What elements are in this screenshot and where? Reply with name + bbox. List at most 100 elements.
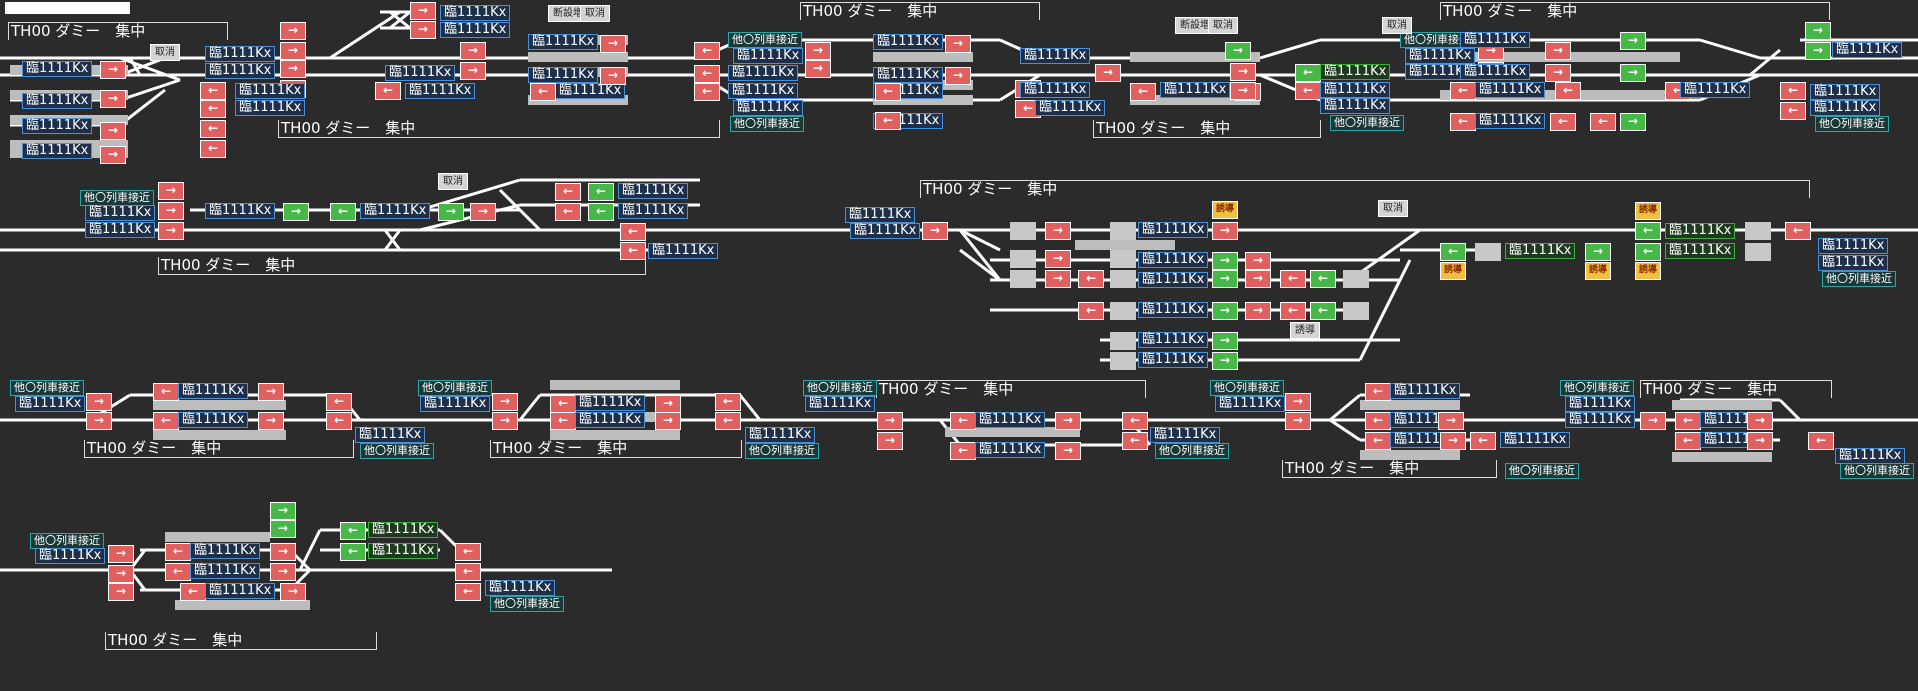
signal-red-left[interactable]: ← xyxy=(1365,383,1391,401)
signal-green-right[interactable]: → xyxy=(1620,64,1646,82)
signal-lever[interactable] xyxy=(1110,250,1136,268)
signal-red-left[interactable]: ← xyxy=(550,412,576,430)
signal-red-left[interactable]: ← xyxy=(715,393,741,411)
signal-red-left[interactable]: ← xyxy=(1365,432,1391,450)
signal-red-left[interactable]: ← xyxy=(1365,412,1391,430)
cancel-button[interactable]: 取消 xyxy=(580,5,610,22)
signal-red-right[interactable]: → xyxy=(410,2,436,20)
signal-red-left[interactable]: ← xyxy=(530,83,556,101)
signal-green-right[interactable]: → xyxy=(1212,270,1238,288)
signal-lever[interactable] xyxy=(1110,222,1136,240)
signal-red-left[interactable]: ← xyxy=(1450,113,1476,131)
signal-red-right[interactable]: → xyxy=(158,222,184,240)
signal-lever[interactable] xyxy=(1110,332,1136,350)
signal-red-left[interactable]: ← xyxy=(153,383,179,401)
signal-red-right[interactable]: → xyxy=(280,42,306,60)
signal-red-right[interactable]: → xyxy=(258,412,284,430)
signal-green-right[interactable]: → xyxy=(270,502,296,520)
signal-red-right[interactable]: → xyxy=(280,60,306,78)
signal-red-right[interactable]: → xyxy=(258,383,284,401)
signal-lever[interactable] xyxy=(1010,250,1036,268)
signal-red-left[interactable]: ← xyxy=(1808,432,1834,450)
signal-red-left[interactable]: ← xyxy=(694,42,720,60)
signal-red-right[interactable]: → xyxy=(600,67,626,85)
signal-red-left[interactable]: ← xyxy=(1590,113,1616,131)
signal-red-left[interactable]: ← xyxy=(326,393,352,411)
signal-red-right[interactable]: → xyxy=(492,393,518,411)
signal-red-right[interactable]: → xyxy=(1212,222,1238,240)
signal-red-right[interactable]: → xyxy=(158,182,184,200)
signal-red-right[interactable]: → xyxy=(1285,412,1311,430)
signal-lever[interactable] xyxy=(1110,352,1136,370)
signal-green-left[interactable]: ← xyxy=(588,203,614,221)
signal-red-left[interactable]: ← xyxy=(1675,412,1701,430)
cancel-button[interactable]: 取消 xyxy=(1382,17,1412,34)
signal-green-right[interactable]: → xyxy=(1805,22,1831,40)
cancel-button[interactable]: 取消 xyxy=(1208,17,1238,34)
signal-lever[interactable] xyxy=(1745,243,1771,261)
signal-red-right[interactable]: → xyxy=(86,393,112,411)
signal-red-right[interactable]: → xyxy=(270,543,296,561)
signal-red-left[interactable]: ← xyxy=(1280,270,1306,288)
signal-red-right[interactable]: → xyxy=(460,42,486,60)
signal-amber-right[interactable]: 誘導 xyxy=(1440,262,1466,280)
signal-green-right[interactable]: → xyxy=(1225,42,1251,60)
signal-red-left[interactable]: ← xyxy=(165,563,191,581)
signal-green-right[interactable]: → xyxy=(1585,243,1611,261)
signal-green-left[interactable]: ← xyxy=(1635,243,1661,261)
signal-red-right[interactable]: → xyxy=(100,146,126,164)
signal-amber-right[interactable]: 誘導 xyxy=(1635,262,1661,280)
signal-red-left[interactable]: ← xyxy=(1470,432,1496,450)
signal-red-left[interactable]: ← xyxy=(1280,302,1306,320)
signal-red-right[interactable]: → xyxy=(1230,82,1256,100)
signal-green-left[interactable]: ← xyxy=(1440,243,1466,261)
signal-red-right[interactable]: → xyxy=(1640,412,1666,430)
signal-red-left[interactable]: ← xyxy=(555,183,581,201)
signal-red-right[interactable]: → xyxy=(1045,250,1071,268)
signal-red-right[interactable]: → xyxy=(1438,412,1464,430)
signal-red-left[interactable]: ← xyxy=(200,140,226,158)
signal-red-left[interactable]: ← xyxy=(555,203,581,221)
signal-amber-right[interactable]: 誘導 xyxy=(1635,202,1661,220)
cancel-button[interactable]: 取消 xyxy=(150,44,180,61)
signal-red-left[interactable]: ← xyxy=(620,242,646,260)
signal-green-right[interactable]: → xyxy=(1805,42,1831,60)
signal-green-left[interactable]: ← xyxy=(340,543,366,561)
signal-red-right[interactable]: → xyxy=(805,60,831,78)
signal-red-left[interactable]: ← xyxy=(1122,432,1148,450)
signal-red-right[interactable]: → xyxy=(1245,270,1271,288)
signal-red-left[interactable]: ← xyxy=(455,563,481,581)
signal-red-left[interactable]: ← xyxy=(326,412,352,430)
signal-green-right[interactable]: → xyxy=(1212,252,1238,270)
signal-red-left[interactable]: ← xyxy=(1550,113,1576,131)
signal-red-right[interactable]: → xyxy=(280,583,306,601)
cancel-button[interactable]: 取消 xyxy=(1378,200,1408,217)
signal-red-right[interactable]: → xyxy=(100,122,126,140)
signal-red-left[interactable]: ← xyxy=(200,82,226,100)
signal-red-right[interactable]: → xyxy=(100,90,126,108)
signal-red-right[interactable]: → xyxy=(470,203,496,221)
signal-red-left[interactable]: ← xyxy=(1450,82,1476,100)
route-button[interactable]: 誘導 xyxy=(1290,322,1320,339)
signal-red-right[interactable]: → xyxy=(1440,432,1466,450)
signal-red-left[interactable]: ← xyxy=(1130,83,1156,101)
signal-red-right[interactable]: → xyxy=(805,42,831,60)
signal-red-left[interactable]: ← xyxy=(550,395,576,413)
signal-red-right[interactable]: → xyxy=(108,583,134,601)
signal-amber-right[interactable]: 誘導 xyxy=(1585,262,1611,280)
signal-red-right[interactable]: → xyxy=(1285,393,1311,411)
signal-green-right[interactable]: → xyxy=(1620,32,1646,50)
signal-red-right[interactable]: → xyxy=(1045,222,1071,240)
signal-red-right[interactable]: → xyxy=(877,412,903,430)
signal-red-right[interactable]: → xyxy=(655,412,681,430)
signal-red-left[interactable]: ← xyxy=(375,82,401,100)
cancel-button[interactable]: 取消 xyxy=(438,173,468,190)
signal-red-left[interactable]: ← xyxy=(715,412,741,430)
signal-red-right[interactable]: → xyxy=(600,35,626,53)
signal-green-left[interactable]: ← xyxy=(340,522,366,540)
signal-red-left[interactable]: ← xyxy=(200,120,226,138)
signal-red-left[interactable]: ← xyxy=(200,100,226,118)
signal-amber-right[interactable]: 誘導 xyxy=(1212,201,1238,219)
signal-red-right[interactable]: → xyxy=(1045,270,1071,288)
signal-red-left[interactable]: ← xyxy=(950,442,976,460)
